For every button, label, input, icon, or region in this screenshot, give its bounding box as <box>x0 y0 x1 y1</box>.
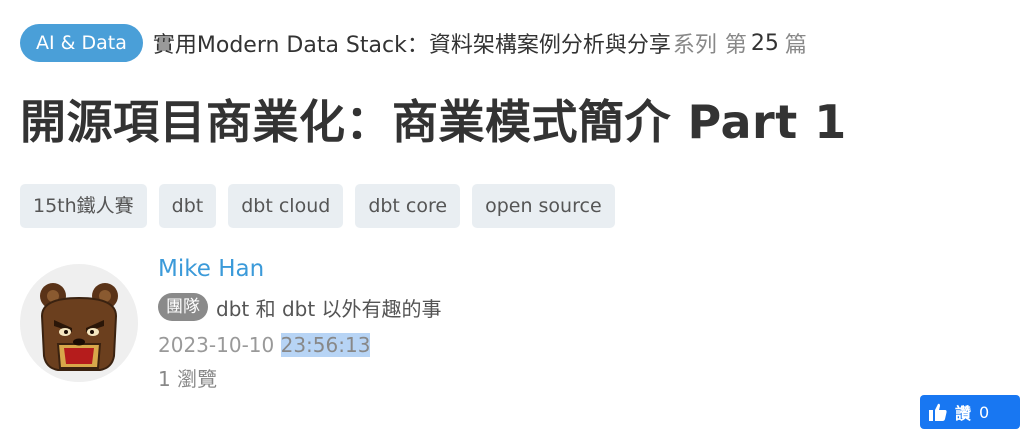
series-ordinal-suffix: 篇 <box>784 33 807 58</box>
team-name-link[interactable]: dbt 和 dbt 以外有趣的事 <box>216 293 442 322</box>
like-button[interactable]: 讚 0 <box>920 395 1020 429</box>
series-row: AI & Data 實用Modern Data Stack：資料架構案例分析與分… <box>20 24 807 62</box>
series-label: 系列 <box>672 33 717 58</box>
tag-list: 15th鐵人賽 dbt dbt cloud dbt core open sour… <box>20 184 615 228</box>
team-row: 團隊 dbt 和 dbt 以外有趣的事 <box>158 292 442 322</box>
tag-dbt[interactable]: dbt <box>158 184 217 228</box>
bear-avatar-icon <box>20 264 138 382</box>
series-title-link[interactable]: 實用Modern Data Stack：資料架構案例分析與分享 <box>153 27 671 59</box>
publish-date-day: 2023-10-10 <box>158 333 275 357</box>
tag-15th[interactable]: 15th鐵人賽 <box>20 184 147 228</box>
tag-dbt-core[interactable]: dbt core <box>355 184 461 228</box>
view-count: 1 瀏覽 <box>158 367 218 391</box>
series-number: 25 <box>750 30 779 56</box>
page-title: 開源項目商業化：商業模式簡介 Part 1 <box>20 95 847 149</box>
team-badge: 團隊 <box>158 293 208 321</box>
publish-time: 23:56:13 <box>280 333 371 357</box>
series-ordinal-prefix: 第 <box>724 33 747 58</box>
article-header: AI & Data 實用Modern Data Stack：資料架構案例分析與分… <box>0 0 1024 439</box>
thumbs-up-icon <box>929 403 947 421</box>
author-info: Mike Han 團隊 dbt 和 dbt 以外有趣的事 2023-10-10 … <box>158 254 442 394</box>
category-badge[interactable]: AI & Data <box>20 24 143 62</box>
avatar[interactable] <box>20 264 138 382</box>
tag-open-source[interactable]: open source <box>472 184 615 228</box>
like-label: 讚 <box>955 404 972 423</box>
tag-dbt-cloud[interactable]: dbt cloud <box>228 184 344 228</box>
author-name-link[interactable]: Mike Han <box>158 254 442 284</box>
publish-date: 2023-10-10 23:56:13 <box>158 330 442 360</box>
like-count: 0 <box>979 402 990 422</box>
